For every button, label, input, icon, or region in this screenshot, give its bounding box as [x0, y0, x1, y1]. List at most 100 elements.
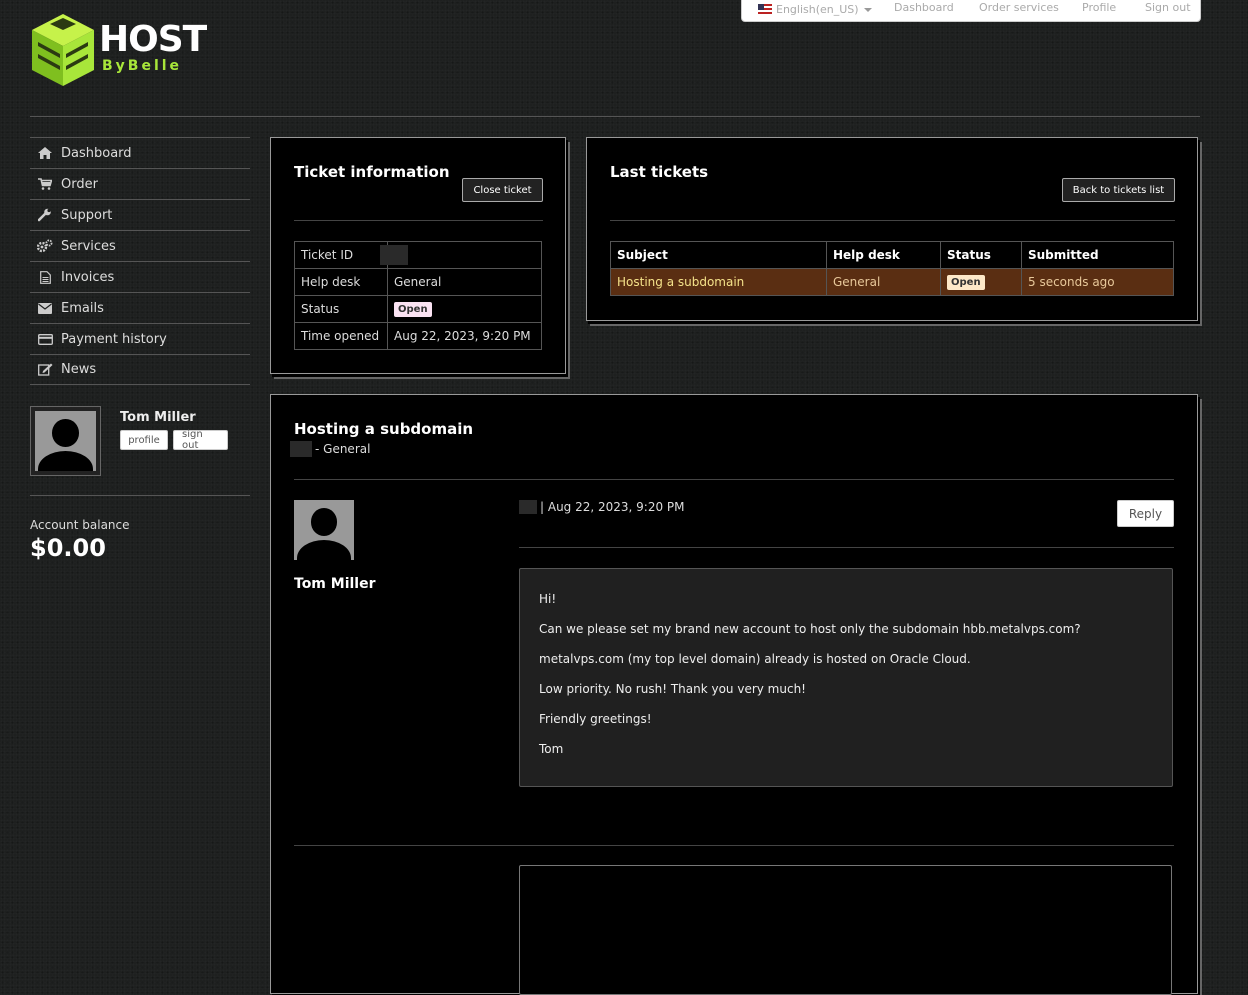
gears-icon [30, 239, 60, 253]
column-header-subject: Subject [610, 241, 827, 269]
redacted-ticket-id [380, 245, 408, 265]
sidebar-item-news[interactable]: News [30, 354, 250, 385]
table-row[interactable]: Hosting a subdomain General Open 5 secon… [610, 268, 1174, 296]
sidebar-item-services[interactable]: Services [30, 230, 250, 261]
time-opened-value: Aug 22, 2023, 9:20 PM [387, 322, 542, 350]
logo[interactable]: HOST ByBelle [30, 12, 207, 88]
panel-divider [610, 220, 1175, 221]
panel-divider [294, 220, 543, 221]
topnav-order-services-link[interactable]: Order services [979, 1, 1059, 14]
edit-icon [30, 363, 60, 376]
table-row: Ticket ID [294, 241, 542, 269]
message-line: Friendly greetings! [539, 712, 652, 726]
ticket-helpdesk-subline: - General [315, 442, 371, 456]
column-header-status: Status [940, 241, 1022, 269]
reply-button[interactable]: Reply [1117, 500, 1174, 527]
sidebar-item-label: Invoices [61, 269, 115, 285]
ticket-id-value [380, 241, 542, 269]
sidebar-item-label: Support [61, 207, 113, 223]
sidebar-item-payment-history[interactable]: Payment history [30, 323, 250, 354]
sidebar-divider [30, 495, 250, 496]
sidebar-item-support[interactable]: Support [30, 199, 250, 230]
message-line: Can we please set my brand new account t… [539, 622, 1081, 636]
status-badge: Open [394, 302, 432, 317]
message-line: metalvps.com (my top level domain) alrea… [539, 652, 971, 666]
last-tickets-table: Subject Help desk Status Submitted Hosti… [610, 241, 1174, 296]
cube-logo-icon [32, 14, 94, 86]
sidebar-item-order[interactable]: Order [30, 168, 250, 199]
message-header-divider [519, 547, 1174, 548]
back-to-tickets-button[interactable]: Back to tickets list [1062, 178, 1175, 202]
status-label: Status [294, 295, 388, 323]
message-meta: | Aug 22, 2023, 9:20 PM [519, 500, 685, 514]
table-row: Status Open [294, 295, 542, 323]
help-desk-value: General [387, 268, 542, 296]
help-desk-label: Help desk [294, 268, 388, 296]
ticket-status-cell: Open [940, 268, 1022, 296]
logo-text-bybelle: ByBelle [102, 58, 183, 74]
redacted-ticket-number [290, 441, 312, 457]
ticket-submitted: 5 seconds ago [1021, 268, 1174, 296]
ticket-information-title: Ticket information [294, 163, 450, 181]
time-opened-label: Time opened [294, 322, 388, 350]
sign-out-button[interactable]: sign out [173, 429, 228, 451]
caret-down-icon [863, 8, 872, 12]
table-header-row: Subject Help desk Status Submitted [610, 241, 1174, 269]
ticket-subject-link[interactable]: Hosting a subdomain [610, 268, 827, 296]
sidebar-item-dashboard[interactable]: Dashboard [30, 137, 250, 168]
credit-card-icon [30, 333, 60, 345]
language-selector[interactable]: English(en_US) [758, 3, 878, 16]
last-tickets-panel: Last tickets Back to tickets list Subjec… [586, 137, 1198, 321]
status-badge: Open [947, 275, 985, 290]
us-flag-icon [758, 4, 772, 14]
message-author-avatar [294, 500, 354, 560]
topnav-sign-out-link[interactable]: Sign out [1145, 1, 1191, 14]
status-cell: Open [387, 295, 542, 323]
sidebar-item-label: Order [61, 176, 98, 192]
ticket-id-label: Ticket ID [294, 241, 388, 269]
ticket-information-panel: Ticket information Close ticket Ticket I… [270, 137, 566, 374]
sidebar-item-label: Emails [61, 300, 104, 316]
message-line: Low priority. No rush! Thank you very mu… [539, 682, 806, 696]
sidebar-item-label: Dashboard [61, 145, 132, 161]
column-header-help-desk: Help desk [826, 241, 941, 269]
ticket-helpdesk: General [826, 268, 941, 296]
sidebar-item-label: News [61, 362, 97, 377]
message-line: Hi! [539, 592, 557, 606]
header-divider [30, 116, 1200, 117]
table-row: Help desk General [294, 268, 542, 296]
sidebar-item-label: Payment history [61, 331, 167, 347]
redacted-author-email [519, 500, 537, 514]
message-timestamp: | Aug 22, 2023, 9:20 PM [540, 500, 685, 514]
close-ticket-button[interactable]: Close ticket [462, 178, 543, 202]
sidebar-item-label: Services [61, 238, 116, 254]
cart-icon [30, 178, 60, 190]
profile-button[interactable]: profile [120, 430, 168, 450]
default-avatar-icon [35, 411, 96, 471]
logo-text-host: HOST [99, 19, 207, 60]
sidebar: Dashboard Order Support Services Invoice… [30, 137, 250, 385]
ticket-subject-title: Hosting a subdomain [294, 420, 474, 438]
topnav-profile-link[interactable]: Profile [1082, 1, 1116, 14]
avatar[interactable] [30, 406, 101, 476]
column-header-submitted: Submitted [1021, 241, 1174, 269]
sidebar-item-invoices[interactable]: Invoices [30, 261, 250, 292]
ticket-subline: - General [290, 441, 370, 457]
account-balance-value: $0.00 [30, 534, 106, 562]
message-divider [294, 845, 1174, 846]
message-line: Tom [539, 742, 564, 756]
top-navigation: English(en_US) Dashboard Order services … [741, 0, 1201, 22]
message-author-name: Tom Miller [294, 576, 376, 592]
home-icon [30, 147, 60, 159]
profile-name: Tom Miller [120, 410, 196, 425]
wrench-icon [30, 208, 60, 222]
ticket-info-table: Ticket ID Help desk General Status Open … [294, 241, 542, 350]
account-balance-label: Account balance [30, 518, 130, 532]
topnav-dashboard-link[interactable]: Dashboard [894, 1, 954, 14]
message-body: Hi! Can we please set my brand new accou… [519, 568, 1173, 787]
language-label: English(en_US) [776, 2, 859, 16]
user-profile-card: Tom Miller profile sign out [30, 406, 250, 476]
document-icon [30, 270, 60, 284]
sidebar-item-emails[interactable]: Emails [30, 292, 250, 323]
panel-divider [294, 479, 1174, 480]
